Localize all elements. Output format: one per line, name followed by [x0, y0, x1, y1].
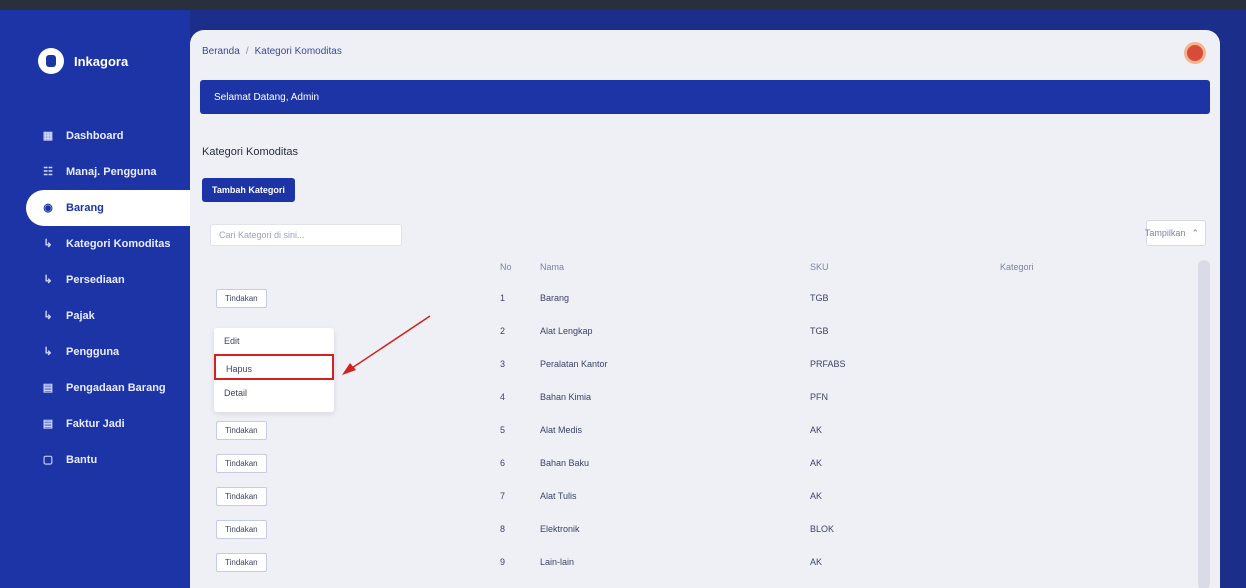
tag-icon: ↳	[43, 238, 53, 250]
sidebar-item-label: Pajak	[66, 310, 95, 322]
sidebar-item-label: Bantu	[66, 454, 98, 466]
grid-icon: ▦	[42, 130, 54, 142]
sidebar-item-pajak[interactable]: ↳ Pajak	[0, 298, 190, 334]
sidebar-item-label: Dashboard	[66, 130, 124, 142]
sidebar: Inkagora ▦ Dashboard ☷ Manaj. Pengguna ◉…	[0, 10, 190, 588]
sidebar-item-label: Barang	[66, 202, 104, 214]
sidebar-item-label: Faktur Jadi	[66, 418, 125, 430]
sidebar-item-persediaan[interactable]: ↳ Persediaan	[0, 262, 190, 298]
users-icon: ☷	[43, 166, 53, 178]
doc-icon: ▤	[42, 418, 54, 430]
sidebar-item-user[interactable]: ↳ Pengguna	[0, 334, 190, 370]
app-name: Inkagora	[74, 53, 129, 69]
sidebar-item-pengguna[interactable]: ☷ Manaj. Pengguna	[0, 154, 190, 190]
user-icon: ↳	[43, 346, 53, 358]
sidebar-menu: ▦ Dashboard ☷ Manaj. Pengguna ◉ Barang ↳…	[0, 118, 190, 478]
main-content: Beranda / Kategori Komoditas Selamat Dat…	[190, 30, 1220, 588]
list-icon: ↳	[43, 274, 53, 286]
help-icon: ▢	[42, 454, 54, 466]
sidebar-item-dashboard[interactable]: ▦ Dashboard	[0, 118, 190, 154]
sidebar-item-bantu[interactable]: ▢ Bantu	[0, 442, 190, 478]
cart-icon: ▤	[42, 382, 54, 394]
sidebar-item-label: Persediaan	[66, 274, 125, 286]
tag-icon: ↳	[43, 310, 53, 322]
app-logo[interactable]: Inkagora	[38, 48, 128, 74]
sidebar-item-barang[interactable]: ◉ Barang	[26, 190, 190, 226]
sidebar-item-label: Pengguna	[66, 346, 120, 358]
sidebar-item-label: Kategori Komoditas	[66, 238, 171, 250]
sidebar-item-label: Manaj. Pengguna	[66, 166, 157, 178]
sidebar-item-label: Pengadaan Barang	[66, 382, 166, 394]
sidebar-item-kategori[interactable]: ↳ Kategori Komoditas	[0, 226, 190, 262]
logo-icon	[38, 48, 64, 74]
sidebar-item-faktur[interactable]: ▤ Faktur Jadi	[0, 406, 190, 442]
box-icon: ◉	[43, 202, 53, 214]
annotation-arrow	[342, 315, 431, 375]
top-strip	[0, 0, 1246, 10]
sidebar-item-pengadaan[interactable]: ▤ Pengadaan Barang	[0, 370, 190, 406]
